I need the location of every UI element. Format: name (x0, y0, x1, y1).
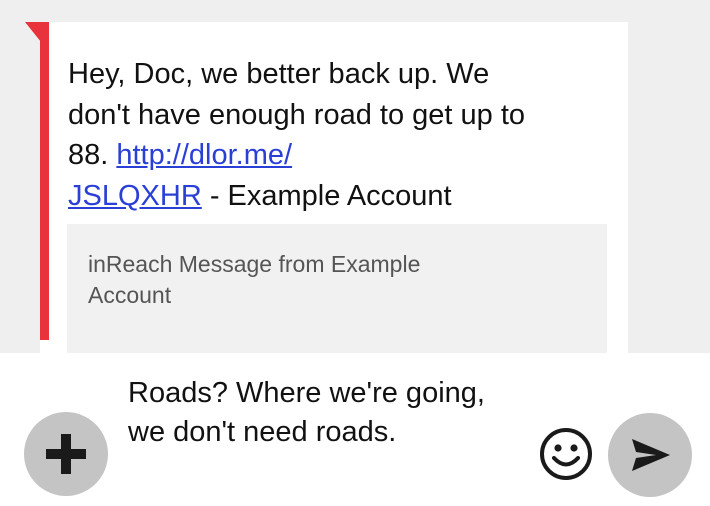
emoji-button[interactable] (538, 426, 594, 482)
message-link-part1: http://dlor.me/ (116, 139, 293, 171)
bubble-accent-bar (40, 22, 49, 340)
messaging-screen: Hey, Doc, we better back up. We don't ha… (0, 0, 710, 506)
message-body: Hey, Doc, we better back up. We don't ha… (68, 54, 528, 216)
bubble-tail-icon (25, 22, 41, 42)
add-attachment-button[interactable] (24, 412, 108, 496)
compose-input[interactable]: Roads? Where we're going, we don't need … (128, 374, 488, 451)
signature-text: inReach Message from Example Account (88, 251, 421, 308)
plus-icon-vertical (61, 434, 71, 474)
message-link-part2: JSLQXHR (68, 179, 202, 212)
send-arrow-icon (632, 439, 670, 471)
send-button[interactable] (608, 413, 692, 497)
message-text-after-link: - Example Account (201, 179, 452, 212)
smiley-icon (540, 428, 592, 480)
